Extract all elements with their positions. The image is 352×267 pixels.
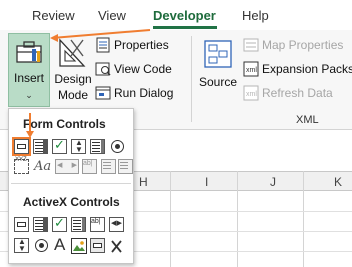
callout-arrows [26,29,151,138]
